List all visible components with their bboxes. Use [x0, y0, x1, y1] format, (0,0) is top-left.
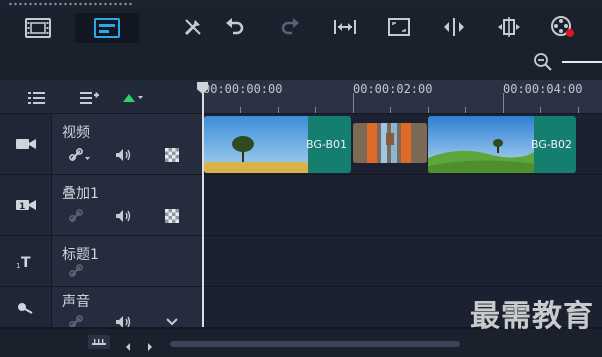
overlay-track-lane[interactable] [203, 175, 602, 236]
speaker-icon [116, 210, 131, 222]
overlay-track-icon-cell: 1 [0, 175, 52, 235]
ruler-time-2: 00:00:02:00 [353, 82, 433, 96]
smart-proxy-button[interactable] [384, 13, 414, 41]
overlay-icon: 1 [15, 200, 36, 212]
link-button[interactable] [68, 315, 86, 327]
title-track-header[interactable]: 1 T 标题1 [0, 236, 203, 287]
undo-icon [226, 18, 244, 35]
toolbar [0, 6, 602, 46]
zoom-bar [0, 46, 602, 80]
speaker-icon [116, 149, 131, 161]
clip-bg-b02[interactable]: BG-B02 [428, 116, 576, 173]
checker-icon [165, 148, 179, 162]
svg-text:1: 1 [19, 202, 25, 212]
title-track-lane[interactable] [203, 236, 602, 287]
timeline-ruler[interactable]: 00:00:00:00 00:00:02:00 00:00:04:00 [203, 80, 602, 114]
microphone-icon [17, 303, 32, 314]
clip-label: BG-B01 [306, 138, 347, 151]
fit-width-icon [334, 20, 356, 34]
checker-icon [165, 209, 179, 223]
ripple-edit-button[interactable] [122, 90, 144, 109]
timeline-view-button[interactable] [75, 13, 139, 43]
ruler-icon [92, 339, 106, 345]
split-icon [444, 18, 464, 36]
redo-icon [281, 18, 299, 35]
video-camera-icon [15, 139, 36, 149]
track-header-controls [0, 80, 203, 114]
title-track-label: 标题1 [62, 247, 99, 263]
storyboard-view-button[interactable] [6, 13, 70, 43]
clip-transition[interactable] [353, 123, 427, 163]
svg-text:T: T [21, 255, 31, 269]
redo-button[interactable] [275, 13, 305, 41]
caret-right-icon [148, 343, 152, 351]
title-icon: 1 T [16, 255, 31, 269]
video-track-lane[interactable]: BG-B01 BG-B02 [203, 114, 602, 175]
link-button[interactable] [68, 264, 86, 278]
link-icon [69, 148, 90, 162]
tools-button[interactable] [178, 13, 208, 41]
link-button[interactable] [68, 209, 86, 223]
track-transparency-button[interactable] [163, 209, 181, 223]
undo-button[interactable] [220, 13, 250, 41]
voice-track-header[interactable]: 声音 [0, 287, 203, 328]
caret-left-icon [126, 343, 130, 351]
timeline-icon [94, 18, 120, 38]
scroll-right-button[interactable] [146, 337, 154, 356]
zoom-out-button[interactable] [533, 52, 553, 76]
chapter-icon [80, 92, 99, 104]
trim-button[interactable] [494, 13, 524, 41]
link-icon [69, 315, 84, 327]
link-icon [69, 209, 84, 223]
title-track-icon-cell: 1 T [0, 236, 52, 286]
aspect-icon [388, 18, 410, 36]
mute-button[interactable] [115, 148, 133, 162]
track-list-icon [28, 92, 45, 104]
video-track-icon-cell [0, 114, 52, 174]
track-manager-button[interactable] [28, 90, 48, 109]
svg-text:1: 1 [16, 262, 20, 269]
record-button[interactable] [548, 13, 578, 41]
video-track-header[interactable]: 视频 [0, 114, 203, 175]
chevron-down-icon [166, 318, 178, 326]
zoom-fit-button[interactable] [88, 335, 110, 349]
transition-thumbnail [353, 123, 427, 163]
voice-track-icon-cell [0, 287, 52, 327]
record-icon [551, 16, 574, 37]
clip-thumbnail [428, 116, 534, 173]
fit-timeline-button[interactable] [330, 13, 360, 41]
clip-bg-b01[interactable]: BG-B01 [204, 116, 351, 173]
ruler-time-0: 00:00:00:00 [203, 82, 283, 96]
clip-label: BG-B02 [531, 138, 572, 151]
playhead[interactable] [202, 82, 204, 327]
tools-icon [184, 19, 201, 36]
ripple-icon [123, 94, 143, 102]
clip-thumbnail [204, 116, 308, 173]
split-button[interactable] [439, 13, 469, 41]
mute-button[interactable] [115, 209, 133, 223]
scroll-left-button[interactable] [124, 337, 132, 356]
speaker-icon [116, 316, 131, 327]
track-transparency-button[interactable] [163, 148, 181, 162]
expand-track-button[interactable] [163, 315, 181, 327]
horizontal-scrollbar[interactable] [170, 341, 460, 347]
overlay-track-label: 叠加1 [62, 186, 99, 202]
watermark: 最需教育 [470, 299, 594, 334]
zoom-out-icon [534, 53, 552, 71]
link-dropdown[interactable] [68, 148, 92, 162]
link-icon [69, 264, 84, 278]
overlay-track-header[interactable]: 1 叠加1 [0, 175, 203, 236]
video-track-label: 视频 [62, 125, 90, 141]
zoom-slider[interactable] [562, 61, 602, 63]
ruler-time-4: 00:00:04:00 [503, 82, 583, 96]
mute-button[interactable] [115, 315, 133, 327]
chapter-button[interactable] [80, 90, 100, 109]
trim-icon [498, 17, 520, 37]
voice-track-label: 声音 [62, 294, 90, 310]
film-strip-icon [25, 18, 51, 38]
